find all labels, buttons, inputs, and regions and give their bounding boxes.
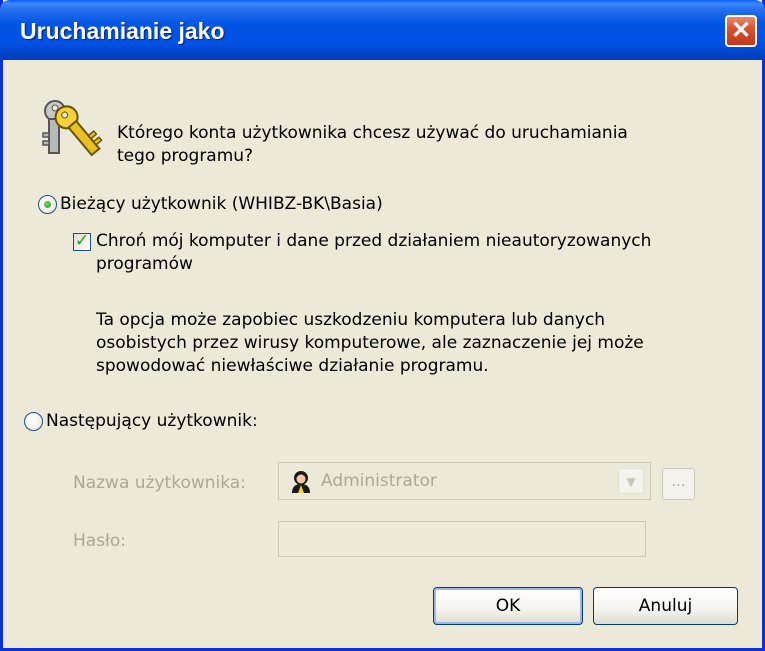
password-field[interactable] — [278, 521, 646, 557]
ok-button[interactable]: OK — [433, 587, 583, 625]
radio-selected-dot — [44, 201, 51, 208]
protect-computer-checkbox[interactable]: ✓ — [73, 231, 91, 251]
cancel-button[interactable]: Anuluj — [593, 587, 738, 625]
prompt-line-1: Którego konta użytkownika chcesz używać … — [117, 123, 628, 143]
username-label: Nazwa użytkownika: — [73, 473, 246, 493]
user-account-icon — [292, 471, 310, 493]
protect-label-line-1[interactable]: Chroń mój komputer i dane przed działani… — [96, 230, 651, 252]
note-line-1: Ta opcja może zapobiec uszkodzeniu kompu… — [96, 310, 606, 330]
protect-label-line-2[interactable]: programów — [96, 253, 193, 275]
window-title: Uruchamianie jako — [20, 18, 225, 44]
checkmark-icon: ✓ — [74, 231, 90, 251]
current-user-radio[interactable] — [38, 195, 57, 214]
prompt-line-2: tego programu? — [117, 146, 254, 166]
note-line-2: osobistych przez wirusy komputerowe, ale… — [96, 333, 644, 353]
chevron-down-icon[interactable]: ▼ — [618, 468, 644, 494]
close-icon: ✕ — [730, 17, 752, 44]
current-user-label[interactable]: Bieżący użytkownik (WHIBZ-BK\Basia) — [60, 193, 383, 215]
title-bar[interactable]: Uruchamianie jako ✕ — [0, 0, 765, 60]
browse-button[interactable]: ... — [662, 468, 695, 500]
password-label: Hasło: — [73, 531, 127, 551]
note-line-3: spowodować niewłaściwe działanie program… — [96, 356, 489, 376]
run-as-dialog: Uruchamianie jako ✕ Którego konta użytko… — [0, 0, 765, 651]
username-value: Administrator — [321, 471, 437, 491]
username-combobox[interactable]: Administrator ▼ — [278, 462, 651, 500]
close-button[interactable]: ✕ — [725, 15, 757, 47]
other-user-radio[interactable] — [24, 412, 43, 431]
keys-icon — [42, 100, 103, 157]
other-user-label[interactable]: Następujący użytkownik: — [46, 410, 258, 432]
